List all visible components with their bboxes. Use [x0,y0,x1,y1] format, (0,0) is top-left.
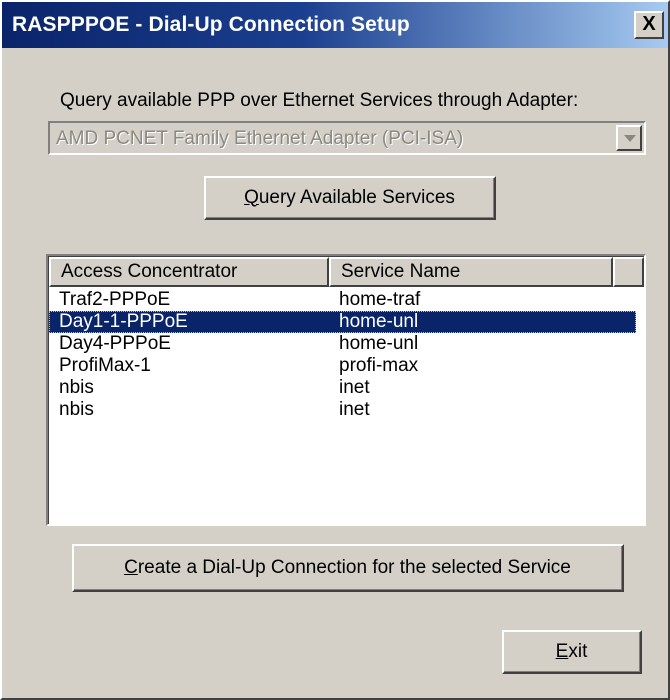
services-list-rows: Traf2-PPPoE home-traf Day1-1-PPPoE home-unl… [49,289,644,421]
exit-button[interactable]: Exit [502,630,642,674]
service-name-cell: home-unl [339,311,419,332]
column-header-service-name[interactable]: Service Name [329,257,613,287]
title-bar[interactable]: RASPPPOE - Dial-Up Connection Setup X [2,2,668,48]
create-connection-button[interactable]: Create a Dial-Up Connection for the sele… [72,544,624,592]
list-item[interactable]: nbis inet [49,399,644,421]
create-mnemonic: C [124,556,138,578]
list-item[interactable]: Traf2-PPPoE home-traf [49,289,644,311]
list-item[interactable]: Day4-PPPoE home-unl [49,333,644,355]
exit-mnemonic: E [555,640,569,662]
create-button-label: reate a Dial-Up Connection for the selec… [137,556,571,578]
query-mnemonic: Q [244,186,259,208]
adapter-select-value: AMD PCNET Family Ethernet Adapter (PCI-I… [56,128,464,149]
service-name-cell: home-traf [339,289,421,310]
access-concentrator-cell: Traf2-PPPoE [59,289,171,310]
access-concentrator-cell: nbis [59,399,94,420]
query-services-button[interactable]: Query Available Services [204,176,496,220]
access-concentrator-cell: ProfiMax-1 [59,355,151,376]
services-list-header: Access Concentrator Service Name [49,257,644,287]
close-icon: X [642,13,656,35]
column-header-empty[interactable] [613,257,644,287]
access-concentrator-cell: Day4-PPPoE [59,333,171,354]
services-list[interactable]: Access Concentrator Service Name Traf2-P… [46,254,646,526]
dial-up-setup-dialog: RASPPPOE - Dial-Up Connection Setup X Qu… [0,0,670,700]
column-header-access-concentrator[interactable]: Access Concentrator [49,257,329,287]
window-title: RASPPPOE - Dial-Up Connection Setup [12,13,410,36]
dropdown-arrow-icon[interactable] [616,125,642,151]
access-concentrator-cell: Day1-1-PPPoE [59,311,188,332]
service-name-cell: inet [339,399,370,420]
list-item[interactable]: nbis inet [49,377,644,399]
service-name-cell: profi-max [339,355,419,376]
adapter-select[interactable]: AMD PCNET Family Ethernet Adapter (PCI-I… [48,121,646,155]
list-item[interactable]: ProfiMax-1 profi-max [49,355,644,377]
exit-button-label: xit [568,640,588,662]
adapter-prompt-label: Query available PPP over Ethernet Servic… [60,90,579,111]
service-name-cell: inet [339,377,370,398]
access-concentrator-cell: nbis [59,377,94,398]
service-name-cell: home-unl [339,333,419,354]
list-item[interactable]: Day1-1-PPPoE home-unl [49,311,636,333]
query-button-label: uery Available Services [258,186,455,208]
close-button[interactable]: X [634,11,664,39]
